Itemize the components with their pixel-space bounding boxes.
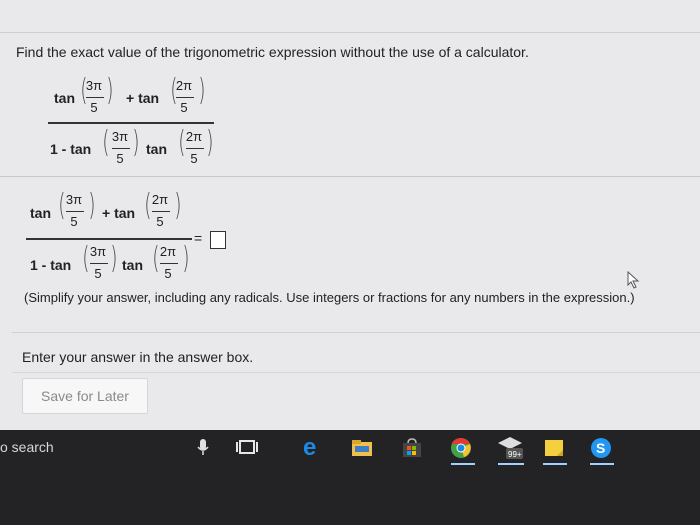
answer-input-box[interactable]	[210, 231, 226, 249]
mouse-cursor-icon	[627, 271, 640, 289]
active-indicator	[543, 463, 567, 465]
denominator-5: 5	[116, 151, 124, 166]
right-paren: )	[132, 125, 140, 160]
tan-label: tan	[122, 257, 143, 273]
denominator-5: 5	[180, 100, 188, 115]
edge-browser-icon[interactable]: e	[301, 436, 325, 458]
svg-text:S: S	[596, 440, 605, 456]
denominator-5: 5	[190, 151, 198, 166]
question-prompt: Find the exact value of the trigonometri…	[16, 44, 529, 60]
task-view-icon[interactable]	[236, 438, 258, 456]
fraction-bar	[112, 148, 130, 149]
numerator-3pi: 3π	[85, 78, 103, 93]
numerator-2pi: 2π	[159, 244, 177, 259]
right-paren: )	[106, 73, 114, 108]
active-indicator	[451, 463, 475, 465]
plus-tan-label: + tan	[102, 205, 136, 221]
section-divider	[0, 176, 700, 177]
chrome-icon[interactable]	[450, 437, 472, 459]
plus-tan-label: + tan	[126, 90, 160, 106]
denominator-5: 5	[164, 266, 172, 281]
main-fraction-bar	[26, 238, 192, 240]
skype-icon[interactable]: S	[590, 437, 612, 459]
numerator-2pi: 2π	[151, 192, 169, 207]
taskbar-search-label[interactable]: o search	[0, 439, 54, 455]
numerator-3pi: 3π	[89, 244, 107, 259]
fraction-bar	[176, 97, 194, 98]
denominator-5: 5	[156, 214, 164, 229]
fraction-bar	[90, 263, 108, 264]
one-minus-tan-label: 1 - tan	[30, 257, 72, 273]
fraction-bar	[152, 211, 170, 212]
right-paren: )	[198, 73, 206, 108]
instruction-text: (Simplify your answer, including any rad…	[24, 290, 635, 305]
top-divider	[0, 32, 700, 33]
fraction-bar	[186, 148, 204, 149]
browser-content: Find the exact value of the trigonometri…	[0, 0, 700, 430]
store-badge: 99+	[508, 450, 522, 459]
right-paren: )	[174, 188, 182, 223]
equals-sign: =	[194, 230, 203, 246]
file-explorer-icon[interactable]	[351, 439, 373, 457]
denominator-5: 5	[70, 214, 78, 229]
education-app-icon[interactable]: 99+	[496, 434, 524, 460]
microphone-icon[interactable]	[197, 438, 209, 456]
tan-label: tan	[146, 141, 167, 157]
active-indicator	[590, 463, 614, 465]
left-paren: (	[102, 125, 110, 160]
numerator-3pi: 3π	[111, 129, 129, 144]
footer-divider	[12, 332, 700, 333]
one-minus-tan-label: 1 - tan	[50, 141, 92, 157]
save-for-later-button[interactable]: Save for Later	[22, 378, 148, 414]
hint-divider	[12, 372, 700, 373]
store-icon[interactable]	[401, 438, 423, 458]
fraction-bar	[160, 263, 178, 264]
numerator-2pi: 2π	[175, 78, 193, 93]
tan-label: tan	[54, 90, 75, 106]
denominator-5: 5	[94, 266, 102, 281]
numerator-3pi: 3π	[65, 192, 83, 207]
right-paren: )	[182, 241, 190, 276]
fraction-bar	[86, 97, 104, 98]
active-indicator	[498, 463, 524, 465]
main-fraction-bar	[48, 122, 214, 124]
denominator-5: 5	[90, 100, 98, 115]
tan-label: tan	[30, 205, 51, 221]
svg-text:e: e	[303, 436, 316, 458]
right-paren: )	[88, 188, 96, 223]
right-paren: )	[110, 241, 118, 276]
numerator-2pi: 2π	[185, 129, 203, 144]
right-paren: )	[206, 125, 214, 160]
fraction-bar	[66, 211, 84, 212]
answer-box-hint: Enter your answer in the answer box.	[22, 349, 254, 365]
sticky-notes-icon[interactable]	[543, 438, 565, 458]
